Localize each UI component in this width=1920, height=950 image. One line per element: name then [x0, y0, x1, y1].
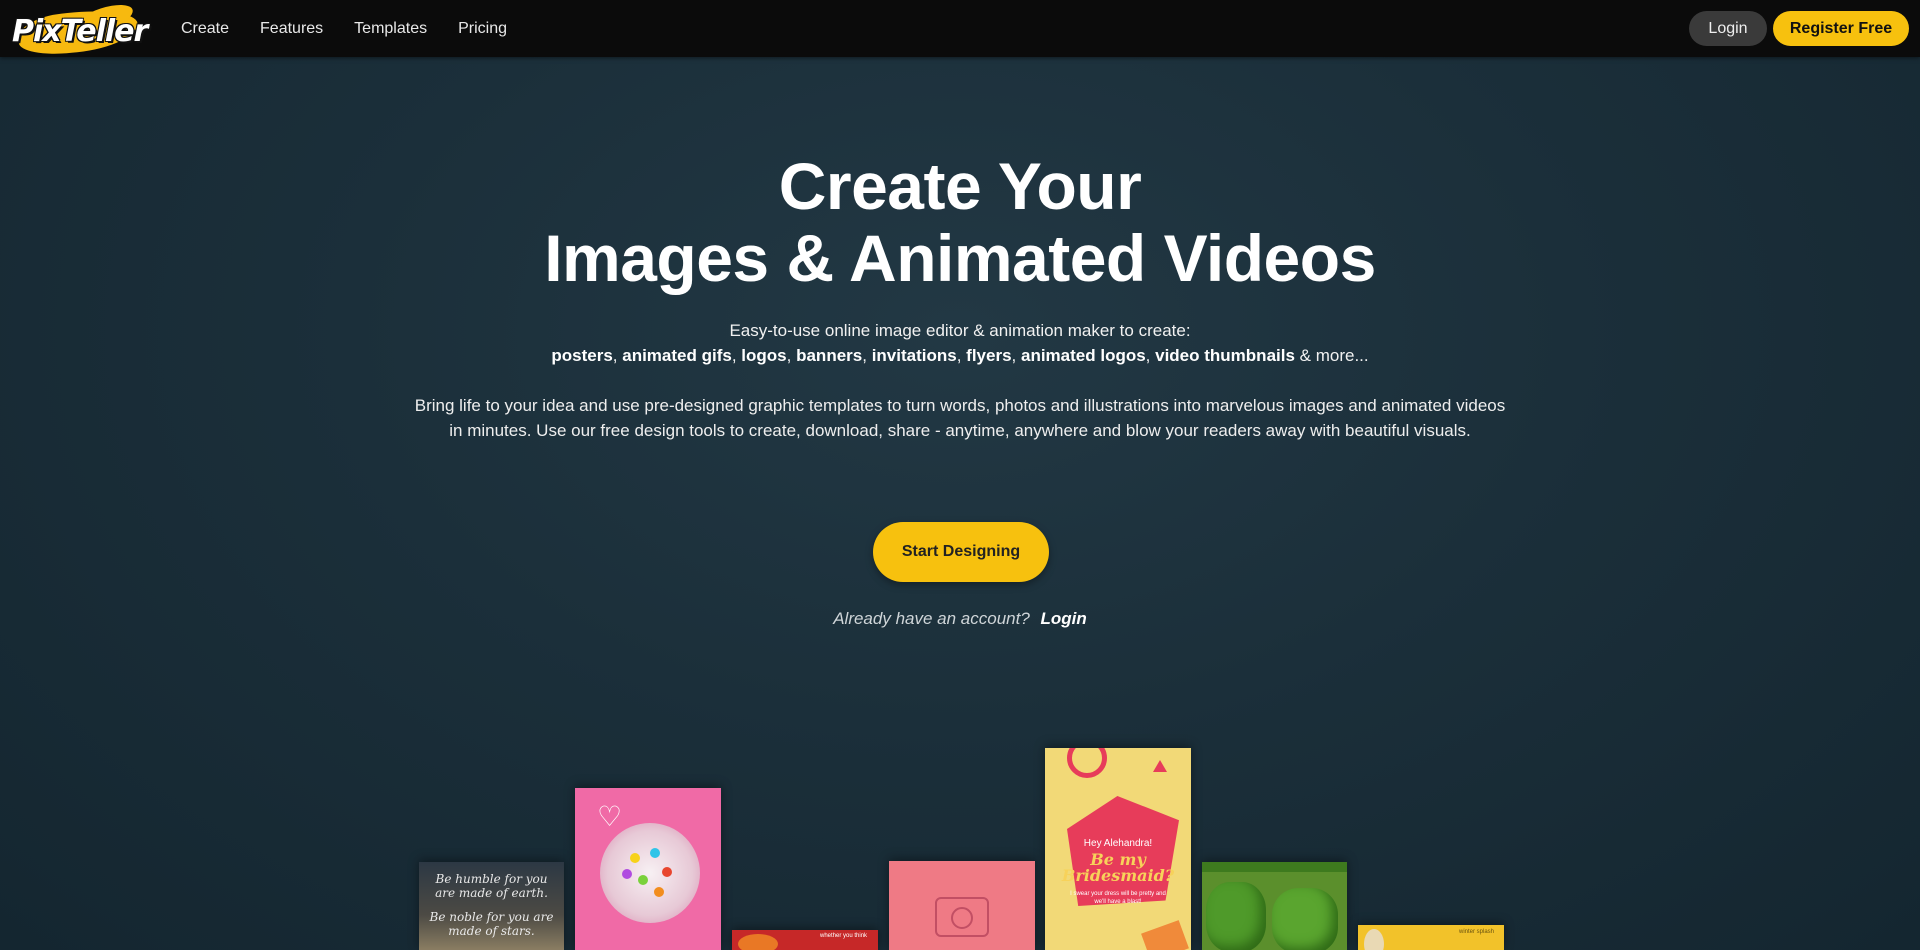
template-card-food[interactable]: whether you think — [732, 930, 878, 950]
main-nav: Create Features Templates Pricing — [181, 0, 538, 57]
portrait-image — [1364, 929, 1384, 950]
feature-animated-gifs: animated gifs — [622, 346, 732, 365]
hero-title-line2: Images & Animated Videos — [544, 221, 1376, 295]
hero-section: Create Your Images & Animated Videos Eas… — [0, 150, 1920, 443]
account-prompt-text: Already have an account? — [833, 609, 1030, 628]
pixteller-logo[interactable]: PixTeller — [4, 0, 148, 59]
candy-bowl-image — [600, 823, 700, 923]
nav-templates[interactable]: Templates — [354, 20, 427, 38]
account-login-link[interactable]: Login — [1041, 609, 1087, 628]
template-card-candy[interactable]: ♡ — [575, 788, 721, 950]
candy-dot — [630, 853, 640, 863]
bridesmaid-title-line2: Bridesmaid? — [1061, 866, 1175, 885]
template-card-frogs[interactable] — [1202, 862, 1347, 950]
account-prompt: Already have an account? Login — [0, 609, 1920, 629]
frog-image — [1206, 882, 1266, 950]
heart-icon: ♡ — [597, 801, 623, 832]
hero-description: Bring life to your idea and use pre-desi… — [414, 396, 1506, 440]
register-free-button[interactable]: Register Free — [1773, 11, 1909, 46]
template-card-camera[interactable] — [889, 861, 1035, 950]
bridesmaid-greeting: Hey Alehandra! — [1083, 838, 1153, 849]
template-card-quote-text2: Be noble for you are made of stars. — [429, 910, 554, 938]
feature-posters: posters — [551, 346, 613, 365]
food-image — [738, 934, 778, 950]
candy-dot — [638, 875, 648, 885]
template-card-yellow[interactable]: winter splash — [1358, 925, 1504, 950]
start-designing-button[interactable]: Start Designing — [873, 522, 1049, 582]
candy-dot — [654, 887, 664, 897]
bridesmaid-fine-print: I swear your dress will be pretty and we… — [1070, 891, 1166, 905]
template-card-yellow-text: winter splash — [1458, 929, 1494, 935]
orange-stripe-decoration — [1141, 920, 1189, 950]
login-button[interactable]: Login — [1689, 11, 1767, 46]
candy-dot — [662, 867, 672, 877]
triangle-decoration — [1153, 760, 1167, 772]
top-navbar: PixTeller Create Features Templates Pric… — [0, 0, 1920, 59]
template-card-bridesmaid[interactable]: Hey Alehandra! Be my Bridesmaid? I swear… — [1045, 748, 1191, 950]
feature-suffix: & more... — [1299, 346, 1369, 365]
feature-video-thumbnails: video thumbnails — [1155, 346, 1295, 365]
feature-flyers: flyers — [966, 346, 1012, 365]
candy-dot — [650, 848, 660, 858]
hero-subtitle: Easy-to-use online image editor & animat… — [729, 321, 1191, 340]
nav-pricing[interactable]: Pricing — [458, 20, 507, 38]
ring-decoration — [1067, 748, 1107, 778]
feature-banners: banners — [796, 346, 863, 365]
nav-create[interactable]: Create — [181, 20, 229, 38]
candy-dot — [622, 869, 632, 879]
feature-animated-logos: animated logos — [1020, 346, 1146, 365]
hero-title-line1: Create Your — [778, 149, 1142, 223]
hero-title: Create Your Images & Animated Videos — [0, 150, 1920, 294]
frog-photo-top — [1202, 862, 1347, 872]
camera-lens-icon — [951, 907, 973, 929]
nav-features[interactable]: Features — [260, 20, 323, 38]
feature-logos: logos — [741, 346, 787, 365]
template-card-quote-text1: Be humble for you are made of earth. — [435, 872, 548, 900]
template-card-quote[interactable]: Be humble for you are made of earth. Be … — [419, 862, 564, 950]
camera-icon — [935, 897, 989, 937]
feature-invitations: invitations — [871, 346, 957, 365]
frog-image — [1272, 888, 1338, 950]
hero-feature-list: posters, animated gifs, logos, banners, … — [551, 346, 1369, 365]
logo-wordmark: PixTeller — [12, 14, 148, 49]
bridesmaid-title: Be my Bridesmaid? — [1045, 852, 1191, 884]
template-card-food-text: whether you think — [820, 933, 868, 939]
